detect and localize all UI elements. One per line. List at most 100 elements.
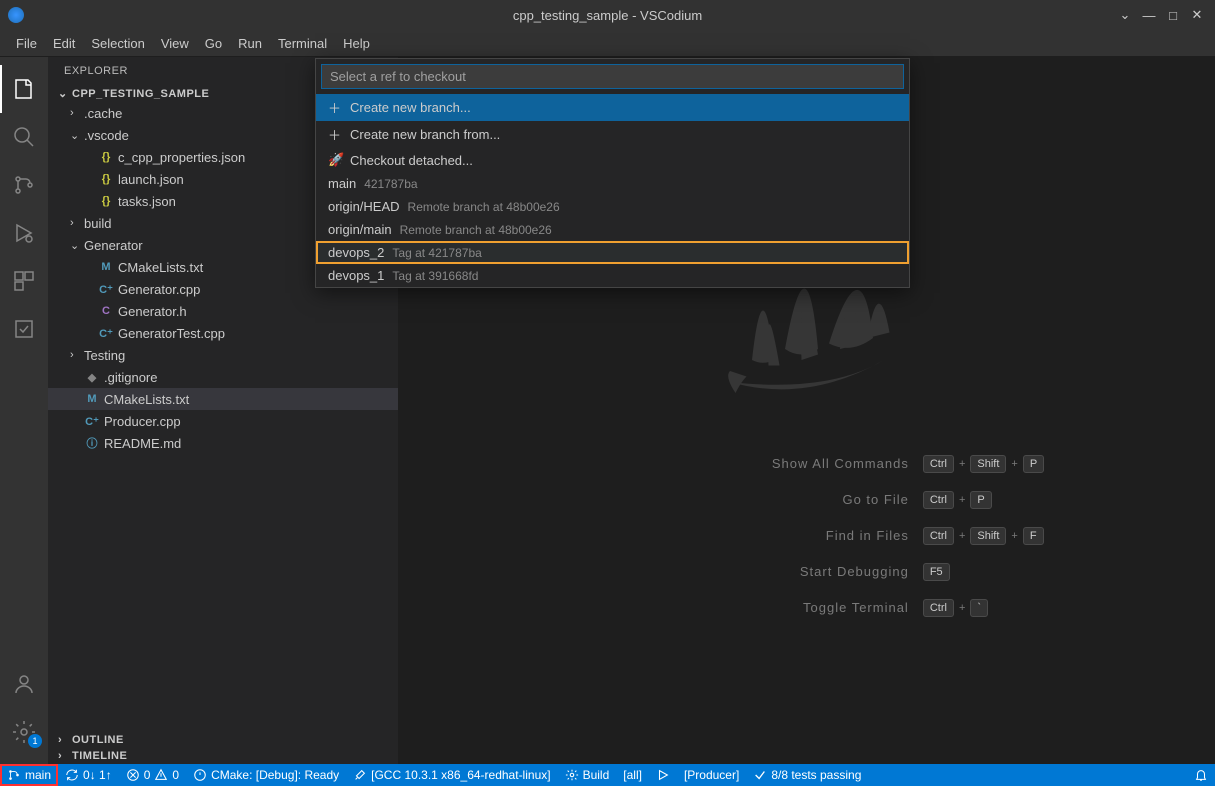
item-label: tasks.json (118, 194, 176, 209)
menu-selection[interactable]: Selection (83, 32, 152, 55)
folder-item[interactable]: ›Testing (48, 344, 398, 366)
quick-pick-item[interactable]: main421787ba (316, 172, 909, 195)
md-file-icon: ⓘ (84, 435, 100, 451)
item-label: c_cpp_properties.json (118, 150, 245, 165)
key: F (1023, 527, 1044, 545)
quick-pick-item[interactable]: ＋ Create new branch... (316, 94, 909, 121)
quick-pick-item[interactable]: ＋Create new branch from... (316, 121, 909, 148)
file-item[interactable]: ⓘREADME.md (48, 432, 398, 454)
run-debug-icon[interactable] (0, 209, 48, 257)
tests-status[interactable]: 8/8 tests passing (746, 764, 868, 786)
cpp-file-icon: C⁺ (98, 281, 114, 297)
menu-view[interactable]: View (153, 32, 197, 55)
plus-icon: ＋ (328, 125, 342, 144)
qp-label: Create new branch... (350, 100, 471, 115)
quick-pick: ＋ Create new branch... ＋Create new branch … (315, 58, 910, 288)
extensions-icon[interactable] (0, 257, 48, 305)
branch-name: main (25, 768, 51, 782)
key: P (970, 491, 991, 509)
menu-terminal[interactable]: Terminal (270, 32, 335, 55)
cpp-file-icon: C⁺ (84, 413, 100, 429)
key: Shift (970, 527, 1006, 545)
project-name: CPP_TESTING_SAMPLE (72, 88, 209, 100)
item-label: .vscode (84, 128, 129, 143)
item-label: launch.json (118, 172, 184, 187)
outline-section[interactable]: ›OUTLINE (48, 732, 398, 748)
git-file-icon: ◆ (84, 369, 100, 385)
kbd-group: Ctrl+Shift+P (923, 455, 1044, 473)
quick-pick-item[interactable]: origin/mainRemote branch at 48b00e26 (316, 218, 909, 241)
cmake-status[interactable]: CMake: [Debug]: Ready (186, 764, 346, 786)
chevron-icon: ⌄ (70, 239, 80, 252)
file-item[interactable]: C⁺GeneratorTest.cpp (48, 322, 398, 344)
timeline-section[interactable]: ›TIMELINE (48, 748, 398, 764)
chevron-icon: › (70, 107, 80, 119)
plus-icon: ＋ (328, 98, 342, 117)
minimize-aux-icon[interactable]: ⌄ (1115, 5, 1135, 25)
qp-label: origin/HEAD (328, 199, 400, 214)
explorer-icon[interactable] (0, 65, 48, 113)
target-label: [all] (623, 768, 642, 782)
menu-edit[interactable]: Edit (45, 32, 83, 55)
window-title: cpp_testing_sample - VSCodium (513, 8, 702, 23)
notifications-icon[interactable] (1187, 764, 1215, 786)
kbd-group: Ctrl+Shift+F (923, 527, 1044, 545)
rocket-icon: 🚀 (328, 152, 342, 168)
account-icon[interactable] (0, 660, 48, 708)
close-icon[interactable]: ✕ (1187, 5, 1207, 25)
activity-bar: 1 (0, 57, 48, 764)
minimize-icon[interactable]: ― (1139, 5, 1159, 25)
branch-indicator[interactable]: main (0, 764, 58, 786)
compiler-kit[interactable]: [GCC 10.3.1 x86_64-redhat-linux] (346, 764, 557, 786)
file-item[interactable]: MCMakeLists.txt (48, 388, 398, 410)
compiler-label: [GCC 10.3.1 x86_64-redhat-linux] (371, 768, 550, 782)
producer-target[interactable]: [Producer] (677, 764, 746, 786)
problems-indicator[interactable]: 0 0 (119, 764, 186, 786)
testing-icon[interactable] (0, 305, 48, 353)
shortcut-row: Find in FilesCtrl+Shift+F (569, 527, 1044, 545)
run-target[interactable] (649, 764, 677, 786)
maximize-icon[interactable]: □ (1163, 5, 1183, 25)
qp-detail: Tag at 421787ba (392, 246, 481, 260)
item-label: CMakeLists.txt (104, 392, 189, 407)
qp-label: devops_1 (328, 268, 384, 283)
source-control-icon[interactable] (0, 161, 48, 209)
build-button[interactable]: Build (558, 764, 617, 786)
quick-pick-input[interactable] (321, 64, 904, 89)
vscodium-icon (8, 7, 24, 23)
menu-go[interactable]: Go (197, 32, 230, 55)
sync-indicator[interactable]: 0↓ 1↑ (58, 764, 119, 786)
file-item[interactable]: ◆ .gitignore (48, 366, 398, 388)
json-file-icon: {} (98, 149, 114, 165)
quick-pick-item[interactable]: 🚀Checkout detached... (316, 148, 909, 172)
h-file-icon: C (98, 303, 114, 319)
menubar: FileEditSelectionViewGoRunTerminalHelp (0, 30, 1215, 57)
settings-gear-icon[interactable]: 1 (0, 708, 48, 756)
qp-detail: Remote branch at 48b00e26 (400, 223, 552, 237)
cmake-label: CMake: [Debug]: Ready (211, 768, 339, 782)
window-controls: ⌄ ― □ ✕ (1115, 5, 1207, 25)
quick-pick-item[interactable]: devops_2Tag at 421787ba (316, 241, 909, 264)
file-item[interactable]: CGenerator.h (48, 300, 398, 322)
search-icon[interactable] (0, 113, 48, 161)
item-label: Generator.cpp (118, 282, 200, 297)
shortcut-row: Start DebuggingF5 (569, 563, 1044, 581)
shortcut-label: Toggle Terminal (569, 600, 909, 615)
key: Ctrl (923, 455, 954, 473)
quick-pick-item[interactable]: devops_1Tag at 391668fd (316, 264, 909, 287)
item-label: .gitignore (104, 370, 157, 385)
kbd-group: Ctrl+P (923, 491, 992, 509)
file-item[interactable]: C⁺Producer.cpp (48, 410, 398, 432)
shortcut-row: Show All CommandsCtrl+Shift+P (569, 455, 1044, 473)
warning-count: 0 (172, 768, 179, 782)
menu-help[interactable]: Help (335, 32, 378, 55)
menu-run[interactable]: Run (230, 32, 270, 55)
titlebar: cpp_testing_sample - VSCodium ⌄ ― □ ✕ (0, 0, 1215, 30)
quick-pick-item[interactable]: origin/HEAD Remote branch at 48b00e26 (316, 195, 909, 218)
kbd-group: F5 (923, 563, 950, 581)
qp-detail: Remote branch at 48b00e26 (408, 200, 560, 214)
menu-file[interactable]: File (8, 32, 45, 55)
settings-badge: 1 (28, 734, 42, 748)
key: Ctrl (923, 491, 954, 509)
build-target[interactable]: [all] (616, 764, 649, 786)
